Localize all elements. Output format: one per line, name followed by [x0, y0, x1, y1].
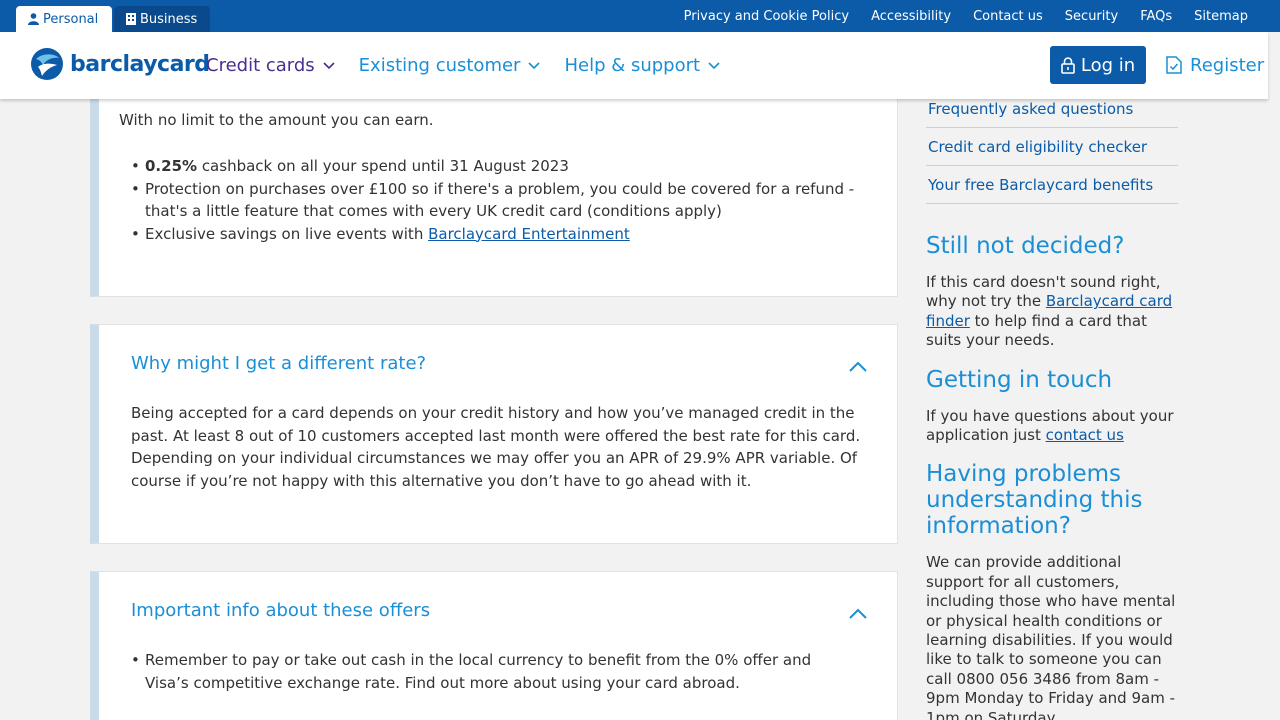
chevron-down-icon — [708, 61, 720, 69]
cashback-features-card: With no limit to the amount you can earn… — [90, 90, 898, 297]
tab-business[interactable]: Business — [114, 6, 210, 32]
important-info-accordion: Important info about these offers Rememb… — [90, 571, 898, 720]
barclaycard-logo[interactable]: barclaycard — [30, 47, 210, 81]
sidebar-link-eligibility[interactable]: Credit card eligibility checker — [926, 128, 1178, 166]
cashback-intro: With no limit to the amount you can earn… — [119, 111, 434, 129]
privacy-link[interactable]: Privacy and Cookie Policy — [684, 9, 849, 24]
main-header: barclaycard Credit cards Existing custom… — [0, 32, 1268, 99]
getting-in-touch-text: If you have questions about your applica… — [926, 407, 1178, 446]
sidebar: Frequently asked questions Credit card e… — [926, 90, 1178, 720]
list-item: Exclusive savings on live events with Ba… — [131, 223, 861, 246]
entertainment-text: Exclusive savings on live events with — [145, 224, 429, 243]
faqs-link[interactable]: FAQs — [1140, 9, 1172, 24]
contact-link[interactable]: Contact us — [973, 9, 1043, 24]
lock-icon — [1061, 56, 1075, 74]
list-item: Protection on purchases over £100 so if … — [131, 178, 861, 223]
utility-links: Privacy and Cookie Policy Accessibility … — [684, 0, 1248, 32]
nav-credit-cards-label: Credit cards — [206, 55, 315, 76]
feature-list: 0.25% cashback on all your spend until 3… — [131, 155, 861, 245]
getting-in-touch-heading: Getting in touch — [926, 366, 1113, 393]
list-item: Remember to pay or take out cash in the … — [131, 649, 831, 694]
accessibility-link[interactable]: Accessibility — [871, 9, 951, 24]
chevron-down-icon — [528, 61, 541, 69]
important-info-list: Remember to pay or take out cash in the … — [131, 649, 831, 694]
cashback-text: cashback on all your spend until 31 Augu… — [197, 157, 569, 175]
security-link[interactable]: Security — [1065, 9, 1118, 24]
nav-credit-cards[interactable]: Credit cards — [206, 55, 335, 76]
tab-personal-label: Personal — [43, 11, 99, 27]
sidebar-links: Frequently asked questions Credit card e… — [926, 90, 1178, 204]
tab-personal[interactable]: Personal — [16, 6, 112, 32]
different-rate-title[interactable]: Why might I get a different rate? — [131, 353, 426, 374]
eagle-logo-icon — [31, 48, 63, 80]
list-item: 0.25% cashback on all your spend until 3… — [131, 155, 861, 178]
chevron-down-icon — [323, 61, 335, 69]
nav-existing-customer-label: Existing customer — [358, 55, 521, 76]
register-button[interactable]: Register — [1166, 46, 1264, 84]
tab-business-label: Business — [140, 11, 198, 27]
different-rate-accordion: Why might I get a different rate? Being … — [90, 324, 898, 544]
main-nav: Credit cards Existing customer Help & su… — [206, 32, 720, 99]
login-button[interactable]: Log in — [1050, 46, 1146, 84]
login-label: Log in — [1080, 54, 1136, 76]
having-problems-heading: Having problems understanding this infor… — [926, 461, 1143, 540]
register-label: Register — [1190, 54, 1265, 76]
important-info-title[interactable]: Important info about these offers — [131, 600, 430, 621]
chevron-up-icon[interactable] — [849, 608, 867, 619]
document-check-icon — [1166, 56, 1182, 74]
chevron-up-icon[interactable] — [849, 361, 867, 372]
nav-help-support-label: Help & support — [564, 55, 701, 76]
different-rate-body: Being accepted for a card depends on you… — [131, 404, 861, 490]
building-icon — [126, 13, 136, 25]
still-not-decided-text: If this card doesn't sound right, why no… — [926, 273, 1178, 351]
cashback-rate: 0.25% — [145, 157, 198, 175]
logo-text: barclaycard — [70, 51, 210, 77]
nav-existing-customer[interactable]: Existing customer — [359, 55, 541, 76]
nav-help-support[interactable]: Help & support — [564, 55, 720, 76]
entertainment-link[interactable]: Barclaycard Entertainment — [428, 225, 630, 243]
still-not-decided-heading: Still not decided? — [926, 233, 1125, 259]
utility-bar: Personal Business Privacy and Cookie Pol… — [0, 0, 1280, 32]
having-problems-text: We can provide additional support for al… — [926, 553, 1176, 720]
sidebar-link-benefits[interactable]: Your free Barclaycard benefits — [926, 166, 1178, 204]
sitemap-link[interactable]: Sitemap — [1194, 9, 1248, 24]
person-icon — [28, 13, 39, 25]
contact-us-link[interactable]: contact us — [1046, 426, 1124, 444]
